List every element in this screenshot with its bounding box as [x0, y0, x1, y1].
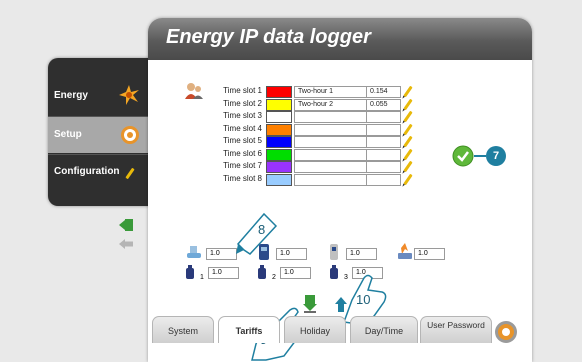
time-slot-value-input[interactable]: 0.055	[366, 98, 401, 111]
edit-pencil-icon[interactable]	[403, 135, 413, 148]
menu-item-energy-label: Energy	[54, 90, 88, 101]
settings-gear-icon[interactable]	[494, 320, 518, 344]
time-slot-color-swatch[interactable]	[266, 148, 292, 161]
time-slot-value-input[interactable]	[366, 123, 401, 136]
time-slot-value-input[interactable]	[366, 111, 401, 123]
time-slot-value-input[interactable]	[366, 161, 401, 173]
callout-label-8: 8	[258, 222, 266, 237]
tab-day-time-label: Day/Time	[364, 326, 404, 336]
time-slot-label: Time slot 6	[223, 148, 262, 158]
time-slot-label: Time slot 5	[223, 136, 262, 145]
tariff-users-icon	[185, 83, 203, 99]
heating-value-input[interactable]: 1.0	[414, 248, 445, 260]
callout-badge-7: 7	[486, 146, 506, 166]
time-slot-label: Time slot 1	[223, 86, 262, 95]
window-title: Energy IP data logger	[166, 26, 371, 48]
time-slot-value-input[interactable]	[366, 136, 401, 148]
time-slot-name-input[interactable]	[294, 136, 367, 148]
time-slot-label: Time slot 2	[223, 98, 262, 108]
time-slot-name-input[interactable]	[294, 148, 367, 161]
time-slot-color-swatch[interactable]	[266, 86, 292, 98]
bottle-1-icon	[186, 265, 194, 279]
menu-item-configuration-label: Configuration	[54, 166, 120, 177]
time-slot-name-input[interactable]	[294, 173, 367, 186]
time-slot-label: Time slot 4	[223, 123, 262, 133]
bottle-1-value-input[interactable]: 1.0	[208, 267, 239, 279]
time-slot-color-swatch[interactable]	[266, 111, 292, 123]
tab-tariffs[interactable]: Tariffs	[218, 316, 280, 343]
water-value-input[interactable]: 1.0	[206, 248, 237, 260]
time-slot-name-input[interactable]: Two-hour 1	[294, 86, 367, 98]
time-slot-value-input[interactable]: 0.154	[366, 86, 401, 98]
time-slot-name-input[interactable]	[294, 123, 367, 136]
bottle-1-sub: 1	[200, 274, 204, 281]
time-slot-color-swatch[interactable]	[266, 136, 292, 148]
water-tap-icon	[187, 246, 201, 258]
time-slot-name-input[interactable]	[294, 161, 367, 173]
pencil-icon	[125, 167, 135, 180]
bottle-2-sub: 2	[272, 274, 276, 281]
callout-label-10: 10	[356, 292, 371, 307]
tab-tariffs-label: Tariffs	[235, 326, 263, 336]
menu-item-setup-label: Setup	[54, 129, 82, 140]
export-icon[interactable]	[118, 238, 134, 250]
menu-item-configuration[interactable]: Configuration	[48, 154, 152, 190]
side-menu: Energy Setup Configuration	[48, 58, 152, 206]
bottle-2-value-input[interactable]: 1.0	[280, 267, 311, 279]
edit-pencil-icon[interactable]	[403, 110, 413, 123]
edit-pencil-icon[interactable]	[403, 160, 413, 173]
time-slot-color-swatch[interactable]	[266, 123, 292, 136]
main-window: Energy IP data logger Time slot 1 Two-hou…	[148, 18, 532, 362]
energy-icon	[119, 85, 139, 105]
time-slot-label: Time slot 3	[223, 111, 262, 120]
bottle-2-icon	[258, 265, 266, 279]
edit-pencil-icon[interactable]	[403, 85, 413, 98]
gear-icon	[121, 126, 139, 144]
time-slot-name-input[interactable]: Two-hour 2	[294, 98, 367, 111]
time-slot-value-input[interactable]	[366, 148, 401, 161]
hot-water-value-input[interactable]: 1.0	[346, 248, 377, 260]
import-icon[interactable]	[118, 218, 134, 232]
tab-system[interactable]: System	[152, 316, 214, 343]
edit-pencil-icon[interactable]	[403, 148, 413, 160]
edit-pencil-icon[interactable]	[403, 98, 413, 110]
hot-water-icon	[330, 244, 338, 260]
heating-icon	[398, 243, 412, 259]
menu-item-setup[interactable]: Setup	[48, 117, 152, 153]
tab-user-password[interactable]: User Password	[420, 316, 492, 343]
time-slot-name-input[interactable]	[294, 111, 367, 123]
edit-pencil-icon[interactable]	[403, 173, 413, 185]
tab-user-password-label: User Password	[427, 320, 485, 330]
tab-system-label: System	[167, 326, 198, 336]
tab-holiday-label: Holiday	[299, 326, 330, 336]
title-bar: Energy IP data logger	[148, 18, 532, 60]
time-slot-color-swatch[interactable]	[266, 161, 292, 173]
time-slot-value-input[interactable]	[366, 173, 401, 186]
time-slot-color-swatch[interactable]	[266, 173, 292, 186]
tab-day-time[interactable]: Day/Time	[350, 316, 418, 343]
menu-item-energy[interactable]: Energy	[48, 78, 152, 114]
tab-holiday[interactable]: Holiday	[284, 316, 346, 343]
confirm-check-icon[interactable]	[452, 145, 474, 167]
time-slot-color-swatch[interactable]	[266, 98, 292, 111]
time-slot-label: Time slot 7	[223, 161, 262, 170]
edit-pencil-icon[interactable]	[403, 123, 413, 135]
time-slot-label: Time slot 8	[223, 173, 262, 183]
